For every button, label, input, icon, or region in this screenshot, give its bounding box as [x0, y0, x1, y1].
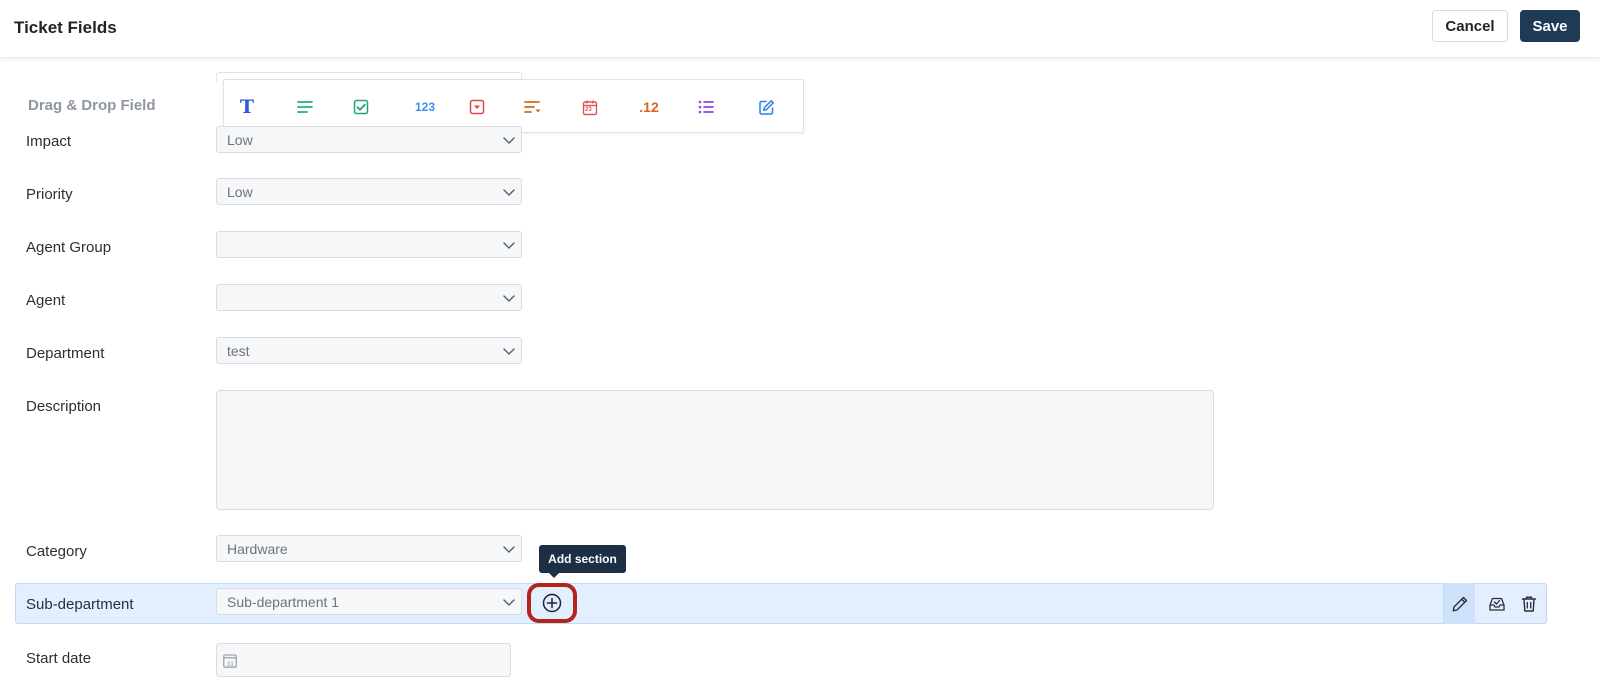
- text-field-icon[interactable]: T: [234, 94, 260, 120]
- impact-value: Low: [227, 132, 253, 148]
- department-label: Department: [26, 345, 105, 362]
- dependent-field-icon[interactable]: [520, 94, 546, 120]
- date-field-icon[interactable]: 23: [577, 94, 603, 120]
- paragraph-field-icon[interactable]: [292, 94, 318, 120]
- calendar-day-text: 31: [227, 662, 234, 668]
- impact-label: Impact: [26, 133, 72, 150]
- chevron-down-icon: [503, 599, 515, 607]
- description-label: Description: [26, 398, 102, 415]
- chevron-down-icon: [503, 295, 515, 303]
- chevron-down-icon: [503, 546, 515, 554]
- priority-label: Priority: [26, 186, 73, 203]
- trash-icon: [1521, 596, 1537, 612]
- multi-select-field-icon[interactable]: [693, 94, 719, 120]
- start-date-label: Start date: [26, 650, 92, 667]
- delete-row-button[interactable]: [1513, 583, 1545, 624]
- inbox-row-button[interactable]: [1481, 583, 1513, 624]
- agent-select[interactable]: [216, 284, 522, 311]
- chevron-down-icon: [503, 242, 515, 250]
- impact-select[interactable]: Low: [216, 126, 522, 153]
- agent-group-select[interactable]: [216, 231, 522, 258]
- add-section-tooltip: Add section: [539, 545, 626, 578]
- number-field-icon[interactable]: 123: [404, 94, 446, 120]
- priority-select[interactable]: Low: [216, 178, 522, 205]
- chevron-down-icon: [503, 137, 515, 145]
- edit-row-button[interactable]: [1443, 583, 1475, 624]
- chevron-down-icon: [503, 348, 515, 356]
- category-select[interactable]: Hardware: [216, 535, 522, 562]
- category-value: Hardware: [227, 541, 288, 557]
- start-date-input[interactable]: 31: [216, 643, 511, 677]
- add-section-button[interactable]: [527, 583, 577, 623]
- sub-department-select[interactable]: Sub-department 1: [216, 588, 522, 615]
- plus-circle-icon: [542, 593, 562, 613]
- inbox-icon: [1489, 597, 1505, 611]
- save-button[interactable]: Save: [1520, 10, 1580, 42]
- sub-department-value: Sub-department 1: [227, 594, 340, 610]
- priority-value: Low: [227, 184, 253, 200]
- agent-group-label: Agent Group: [26, 239, 112, 256]
- checkbox-field-icon[interactable]: [348, 94, 374, 120]
- pencil-icon: [1452, 596, 1467, 611]
- decimal-field-icon[interactable]: .12: [631, 94, 667, 120]
- page-title: Ticket Fields: [14, 18, 117, 37]
- page-header: Ticket Fields Cancel Save: [0, 0, 1600, 58]
- dropdown-field-icon[interactable]: [464, 94, 490, 120]
- category-label: Category: [26, 543, 87, 560]
- drag-drop-label: Drag & Drop Field: [28, 97, 156, 114]
- sub-department-label: Sub-department: [26, 596, 134, 613]
- department-select[interactable]: test: [216, 337, 522, 364]
- cancel-button[interactable]: Cancel: [1432, 10, 1508, 42]
- field-type-toolbar: T 123 23 .12: [223, 79, 804, 133]
- description-textarea[interactable]: [216, 390, 1214, 510]
- agent-label: Agent: [26, 292, 66, 309]
- department-value: test: [227, 343, 250, 359]
- chevron-down-icon: [503, 189, 515, 197]
- edit-field-icon[interactable]: [753, 94, 779, 120]
